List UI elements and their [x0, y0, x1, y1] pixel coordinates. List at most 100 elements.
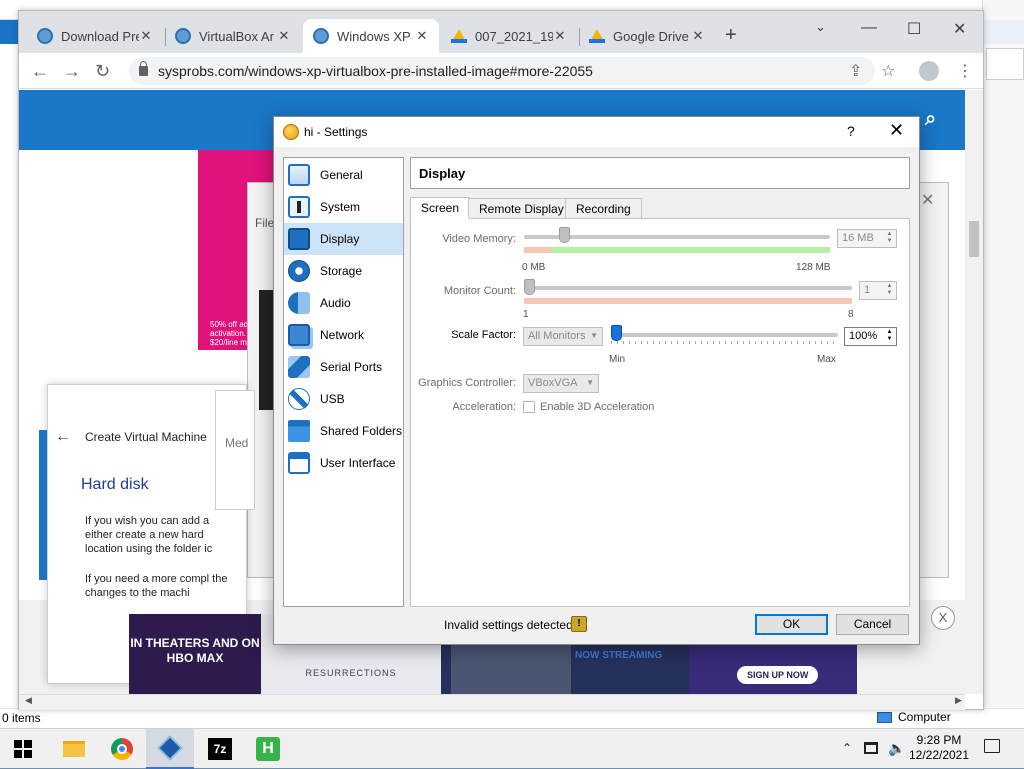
tab-label: Google Drive — [613, 28, 689, 44]
monitor-count-slider[interactable] — [524, 286, 852, 290]
virtualbox-vm-icon — [283, 124, 299, 140]
taskbar-chrome[interactable] — [98, 729, 146, 769]
sidebar-item-audio[interactable]: Audio — [284, 287, 403, 319]
lock-icon[interactable] — [139, 61, 148, 76]
notification-center-icon[interactable] — [984, 739, 1000, 753]
profile-avatar-icon[interactable] — [919, 61, 939, 81]
google-drive-icon — [589, 29, 605, 43]
ad-close-button[interactable]: X — [931, 606, 955, 630]
address-bar[interactable]: sysprobs.com/windows-xp-virtualbox-pre-i… — [129, 57, 875, 85]
spin-arrows-icon[interactable]: ▲ ▼ — [884, 329, 895, 344]
close-icon[interactable]: ✕ — [553, 28, 567, 44]
tab-windows-xp[interactable]: Windows XP ✕ — [303, 19, 439, 53]
settings-category-list: General System Display Storage Audio Net… — [283, 157, 404, 607]
ok-button[interactable]: OK — [755, 614, 828, 635]
monitor-count-max: 8 — [848, 309, 854, 320]
create-vm-title: Create Virtual Machine — [85, 430, 207, 444]
share-icon[interactable]: ⇪ — [849, 61, 862, 81]
new-tab-button[interactable]: + — [725, 24, 737, 47]
tab-google-drive[interactable]: Google Drive ✕ — [579, 19, 715, 53]
scale-factor-slider-thumb[interactable] — [611, 325, 622, 341]
minimize-icon[interactable]: — — [861, 19, 877, 37]
ad-mid-text: RESURRECTIONS — [305, 668, 397, 678]
tab-virtualbox[interactable]: VirtualBox Ar ✕ — [165, 19, 301, 53]
monitor-count-label: Monitor Count: — [443, 285, 516, 297]
graphics-controller-select[interactable]: VBoxVGA ▼ — [523, 374, 599, 393]
sidebar-item-usb[interactable]: USB — [284, 383, 403, 415]
monitor-count-min: 1 — [523, 309, 529, 320]
tab-remote-display[interactable]: Remote Display — [468, 198, 575, 218]
ad-signup-button[interactable]: SIGN UP NOW — [737, 666, 819, 684]
cancel-button[interactable]: Cancel — [836, 614, 909, 635]
clock-date: 12/22/2021 — [908, 748, 970, 762]
spin-arrows-icon[interactable]: ▲ ▼ — [884, 283, 895, 298]
taskbar-h-app[interactable]: H — [244, 729, 292, 769]
close-icon[interactable]: ✕ — [415, 28, 429, 44]
video-memory-slider-thumb[interactable] — [559, 227, 571, 243]
vertical-scrollbar[interactable] — [965, 90, 983, 694]
monitor-count-slider-thumb[interactable] — [524, 279, 535, 295]
tab-recording[interactable]: Recording — [565, 198, 642, 218]
clock[interactable]: 9:28 PM 12/22/2021 — [906, 733, 972, 763]
video-memory-spinbox[interactable]: 16 MB ▲ ▼ — [837, 229, 897, 248]
horizontal-scrollbar[interactable] — [19, 694, 965, 710]
enable-3d-acceleration-checkbox[interactable] — [523, 401, 535, 413]
dialog-close-button[interactable]: ✕ — [889, 120, 904, 141]
sidebar-item-serial-ports[interactable]: Serial Ports — [284, 351, 403, 383]
taskbar-7zip[interactable]: 7z — [196, 729, 244, 769]
close-icon[interactable]: ✕ — [277, 28, 291, 44]
windows-start-icon[interactable] — [14, 740, 32, 758]
create-vm-heading: Hard disk — [81, 476, 149, 493]
scale-factor-slider[interactable] — [611, 333, 838, 337]
sidebar-item-network[interactable]: Network — [284, 319, 403, 351]
explorer-search-box[interactable] — [986, 48, 1024, 80]
computer-icon — [877, 711, 892, 723]
sidebar-item-storage[interactable]: Storage — [284, 255, 403, 287]
sidebar-item-system[interactable]: System — [284, 191, 403, 223]
video-memory-label: Video Memory: — [442, 233, 516, 245]
scroll-left-icon[interactable]: ◀ — [25, 695, 32, 706]
reload-icon[interactable]: ↻ — [95, 61, 110, 82]
tab-download-pre[interactable]: Download Pre ✕ — [27, 19, 163, 53]
page-title: Display — [419, 166, 466, 181]
forward-icon[interactable]: → — [63, 61, 81, 82]
back-icon[interactable]: ← — [31, 61, 49, 82]
bookmark-star-icon[interactable]: ☆ — [881, 61, 895, 81]
tab-007-2021[interactable]: 007_2021_19 ✕ — [441, 19, 577, 53]
close-icon[interactable]: ✕ — [691, 28, 705, 44]
close-icon[interactable]: ✕ — [139, 28, 153, 44]
globe-icon — [175, 28, 191, 44]
scale-factor-min: Min — [609, 354, 626, 365]
volume-muted-icon[interactable]: 🔈 — [888, 740, 905, 757]
tray-overflow-chevron-icon[interactable]: ⌃ — [842, 741, 852, 755]
tab-search-icon[interactable]: ⌄ — [815, 19, 826, 35]
sidebar-item-general[interactable]: General — [284, 159, 403, 191]
scrollbar-thumb[interactable] — [969, 221, 979, 257]
tab-screen[interactable]: Screen — [410, 197, 471, 219]
scale-factor-spinbox[interactable]: 100% ▲ ▼ — [844, 327, 897, 346]
sidebar-item-shared-folders[interactable]: Shared Folders — [284, 415, 403, 447]
scale-factor-monitor-select[interactable]: All Monitors ▼ — [523, 327, 603, 346]
warning-icon[interactable]: ! — [571, 616, 587, 632]
maximize-icon[interactable]: ☐ — [907, 19, 921, 39]
scale-factor-ticks — [611, 341, 838, 344]
sidebar-item-user-interface[interactable]: User Interface — [284, 447, 403, 479]
usb-icon — [288, 388, 310, 410]
sidebar-item-label: Shared Folders — [320, 424, 403, 438]
network-icon[interactable] — [864, 742, 878, 754]
explorer-ribbon-file-tab[interactable] — [0, 20, 18, 44]
taskbar-virtualbox[interactable] — [146, 729, 194, 769]
taskbar-file-explorer[interactable] — [50, 729, 98, 769]
window-close-icon[interactable]: ✕ — [953, 19, 966, 39]
site-search-icon[interactable]: ⌕ — [925, 108, 936, 131]
scroll-right-icon[interactable]: ▶ — [955, 695, 962, 706]
ad-streaming-text: NOW STREAMING — [575, 650, 663, 661]
menu-kebab-icon[interactable]: ⋮ — [957, 61, 973, 81]
back-arrow-icon: ← — [55, 428, 71, 445]
help-button[interactable]: ? — [847, 123, 855, 139]
spin-arrows-icon[interactable]: ▲ ▼ — [884, 231, 895, 246]
sidebar-item-display[interactable]: Display — [284, 223, 403, 255]
monitor-count-spinbox[interactable]: 1 ▲ ▼ — [859, 281, 897, 300]
shared-folders-icon — [288, 420, 310, 442]
h-app-icon: H — [256, 737, 280, 761]
